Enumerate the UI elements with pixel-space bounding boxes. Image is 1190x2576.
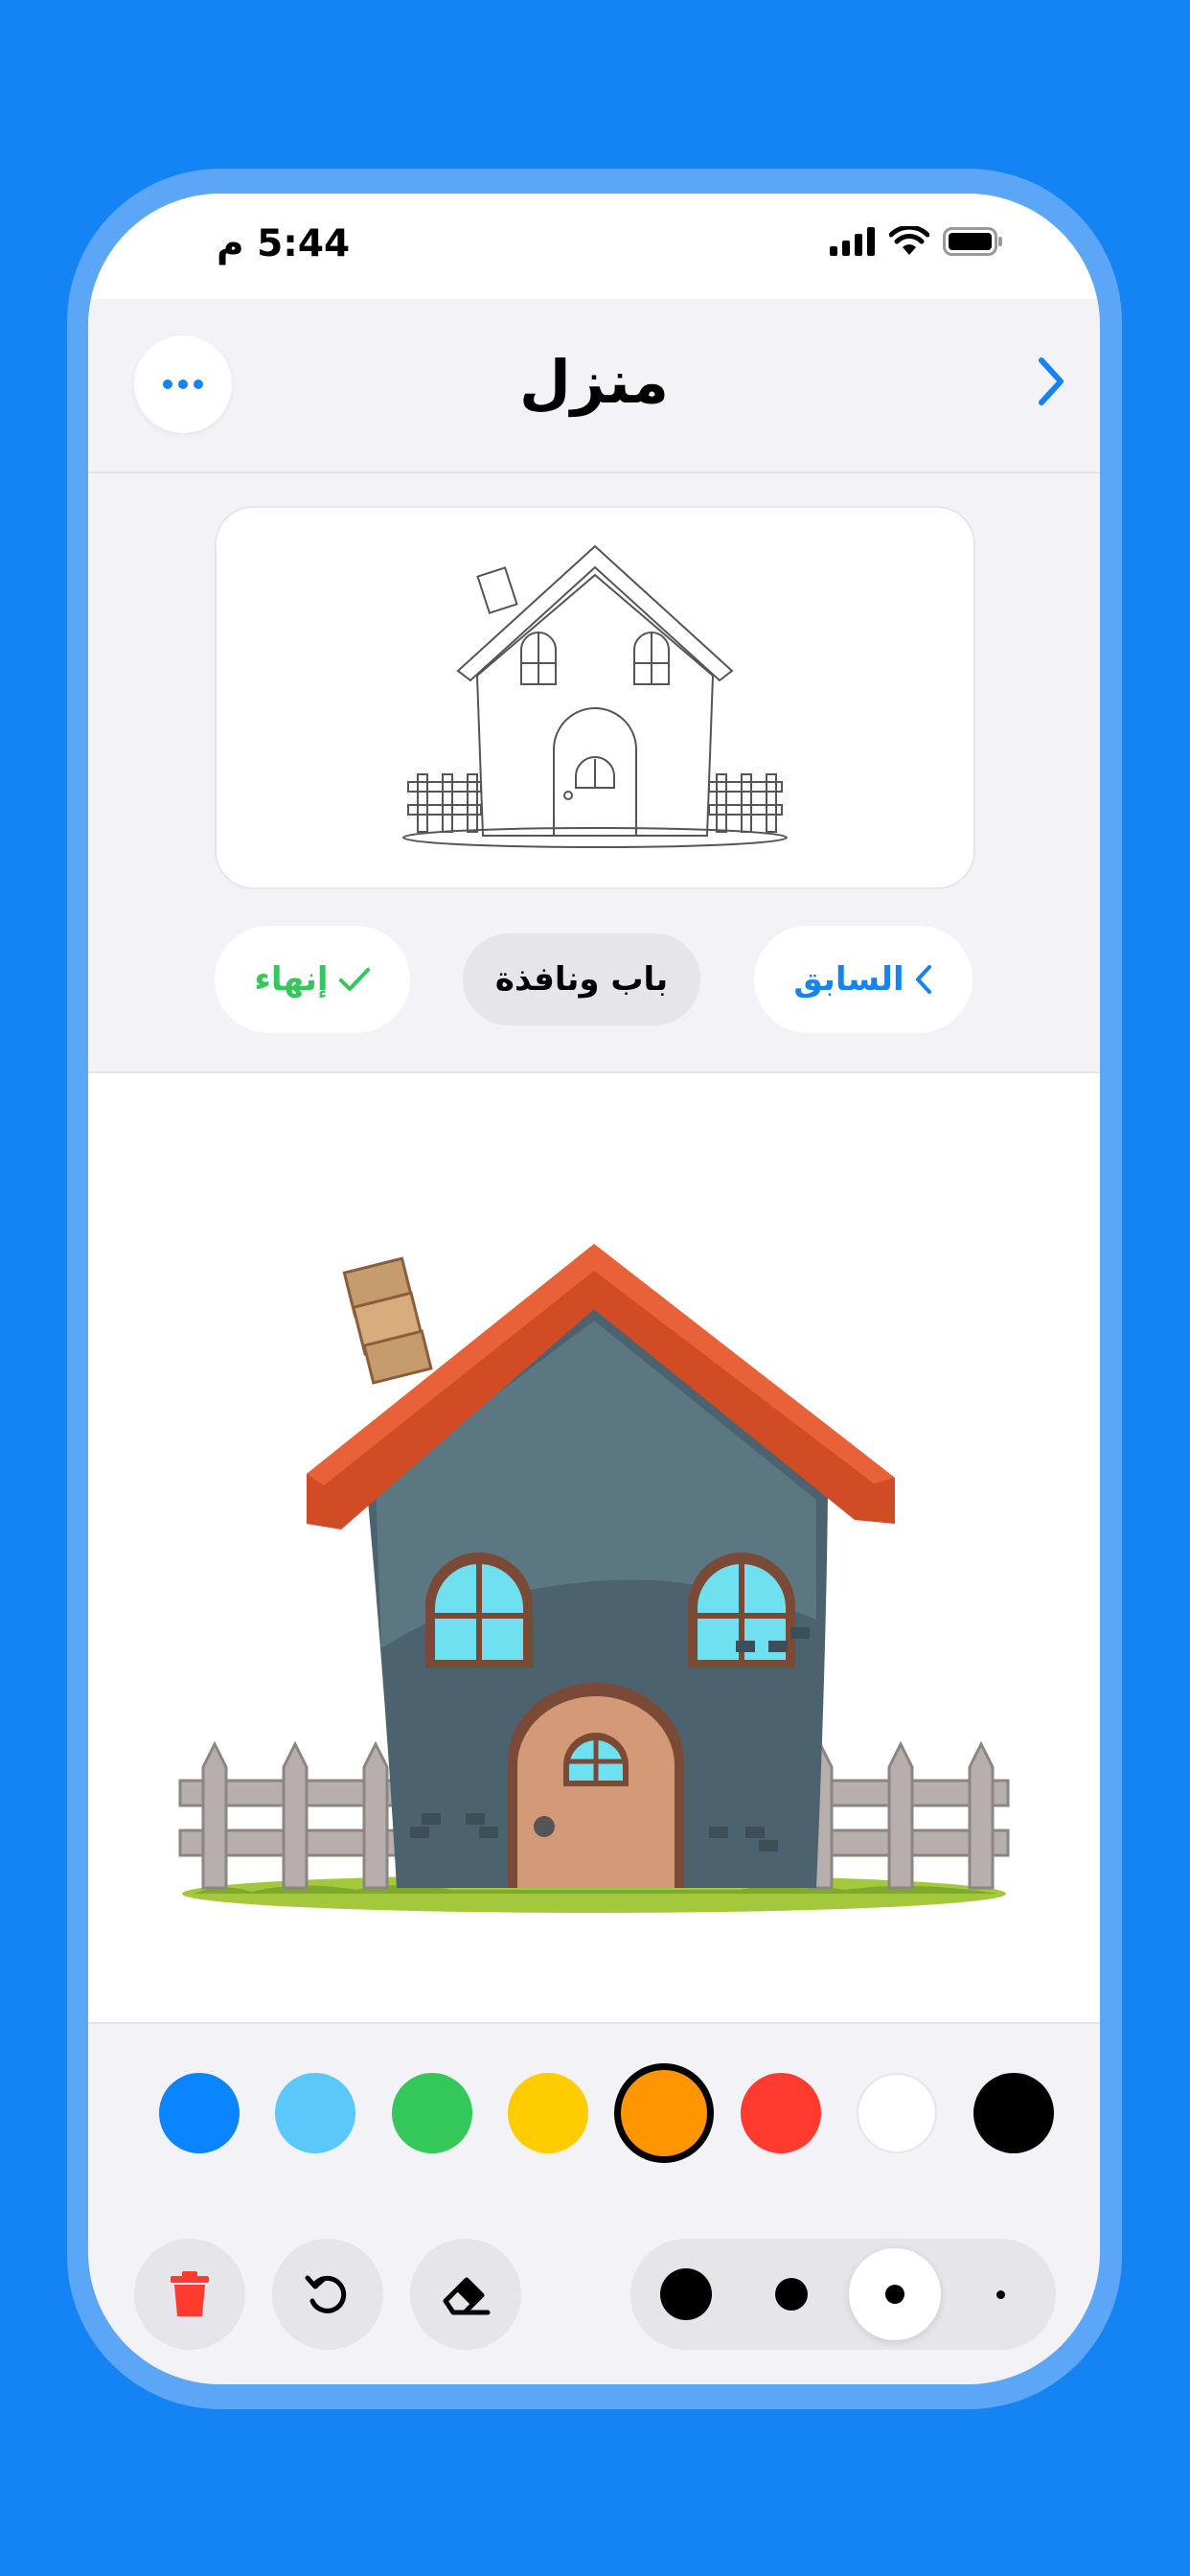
back-button[interactable] xyxy=(1037,356,1065,410)
house-colored-illustration xyxy=(178,1244,1010,1913)
eraser-button[interactable] xyxy=(410,2239,521,2350)
color-swatch-blue[interactable] xyxy=(159,2073,240,2153)
undo-icon xyxy=(305,2275,347,2313)
brush-size-small[interactable] xyxy=(954,2248,1046,2340)
reference-card xyxy=(215,506,975,889)
color-palette xyxy=(88,2058,1100,2163)
step-label: باب ونافذة xyxy=(494,960,669,999)
color-swatch-light-blue[interactable] xyxy=(275,2073,355,2153)
brush-size-medium[interactable] xyxy=(849,2248,941,2340)
status-time: 5:44 م xyxy=(217,222,351,265)
trash-icon xyxy=(171,2271,209,2316)
previous-label: السابق xyxy=(793,960,904,999)
drawing-canvas[interactable] xyxy=(88,1071,1100,2024)
color-swatch-yellow[interactable] xyxy=(508,2073,588,2153)
previous-button[interactable]: السابق xyxy=(754,926,973,1033)
page-title: منزل xyxy=(518,347,670,417)
chevron-left-icon xyxy=(915,965,931,994)
finish-button[interactable]: إنهاء xyxy=(215,926,410,1033)
color-swatch-white[interactable] xyxy=(857,2073,937,2153)
wifi-icon xyxy=(889,226,929,255)
brush-size-extra-large[interactable] xyxy=(640,2248,732,2340)
color-swatch-red[interactable] xyxy=(741,2073,821,2153)
color-swatch-black[interactable] xyxy=(973,2073,1054,2153)
brush-size-large[interactable] xyxy=(745,2248,837,2340)
eraser-icon xyxy=(443,2277,491,2315)
checkmark-icon xyxy=(338,968,370,991)
brush-dot-s-icon xyxy=(995,2289,1005,2299)
status-bar: 5:44 م xyxy=(88,194,1100,299)
delete-button[interactable] xyxy=(134,2239,245,2350)
signal-icon xyxy=(830,227,875,256)
house-outline-illustration xyxy=(402,544,788,848)
nav-bar: منزل xyxy=(88,299,1100,473)
color-swatch-orange[interactable] xyxy=(614,2063,714,2163)
color-swatch-green[interactable] xyxy=(392,2073,472,2153)
undo-button[interactable] xyxy=(272,2239,383,2350)
finish-label: إنهاء xyxy=(254,960,329,999)
app-screen: 5:44 م منزل السابق باب ونافذة إنهاء xyxy=(88,194,1100,2384)
brush-dot-m-icon xyxy=(885,2285,904,2304)
brush-size-selector xyxy=(630,2239,1056,2350)
battery-icon xyxy=(943,227,1002,256)
step-label-badge: باب ونافذة xyxy=(463,933,700,1025)
status-icons xyxy=(830,226,1004,257)
brush-dot-l-icon xyxy=(775,2278,808,2311)
brush-dot-xl-icon xyxy=(660,2268,712,2320)
chevron-right-icon xyxy=(1039,357,1064,405)
